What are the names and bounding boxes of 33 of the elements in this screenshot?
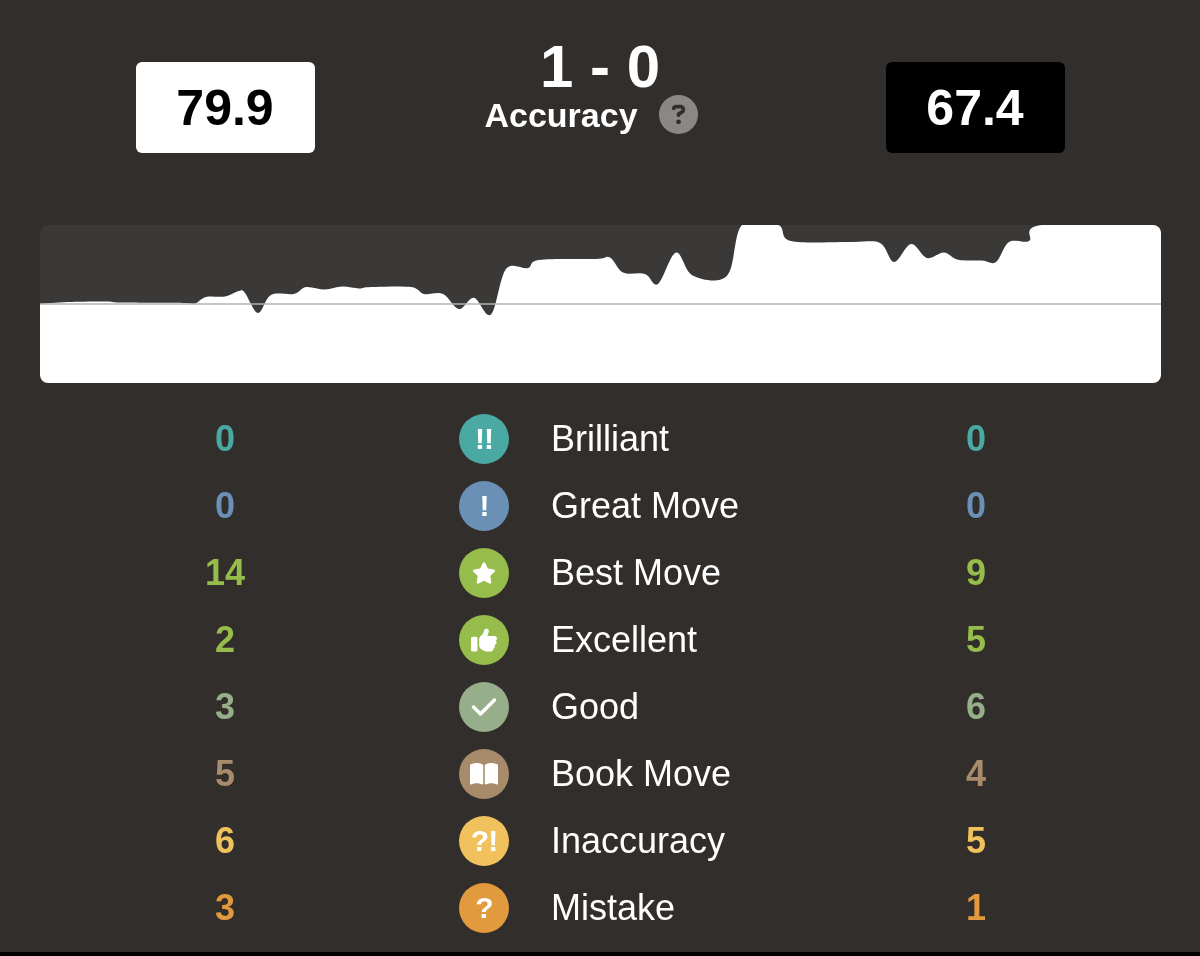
- classification-label: Brilliant: [551, 417, 670, 459]
- question-mark-badge: ?: [459, 882, 509, 933]
- move-count: 3: [215, 686, 235, 727]
- move-count: 3: [215, 887, 235, 928]
- classification-label: Book Move: [551, 752, 732, 794]
- classification-label: Best Move: [551, 551, 722, 593]
- accuracy-score: 79.9: [135, 62, 315, 153]
- game-result: 1 - 0: [539, 38, 661, 95]
- classification-label: Inaccuracy: [551, 819, 726, 861]
- move-count: 0: [215, 418, 235, 459]
- move-count: 2: [215, 619, 235, 660]
- classification-label: Excellent: [551, 618, 698, 660]
- accuracy-score: 67.4: [885, 62, 1065, 153]
- move-count: 6: [966, 686, 986, 727]
- move-count: 6: [215, 820, 235, 861]
- exclamation-question-badge: ?!: [459, 815, 509, 866]
- move-count: 0: [215, 485, 235, 526]
- classification-label: Great Move: [551, 484, 740, 526]
- move-count: 5: [966, 820, 986, 861]
- classification-label: Mistake: [551, 886, 676, 928]
- move-count: 0: [966, 485, 986, 526]
- move-count: 5: [215, 753, 235, 794]
- move-count: 0: [966, 418, 986, 459]
- exclamation-badge: !: [459, 480, 509, 531]
- double-exclamation-badge: !!: [459, 413, 509, 464]
- move-count: 1: [966, 887, 986, 928]
- move-count: 5: [966, 619, 986, 660]
- help-icon[interactable]: [658, 95, 698, 134]
- move-count: 4: [966, 753, 986, 794]
- move-count: 9: [966, 552, 986, 593]
- accuracy-label: Accuracy: [484, 96, 638, 133]
- move-count: 14: [204, 552, 245, 593]
- classification-label: Good: [551, 685, 640, 727]
